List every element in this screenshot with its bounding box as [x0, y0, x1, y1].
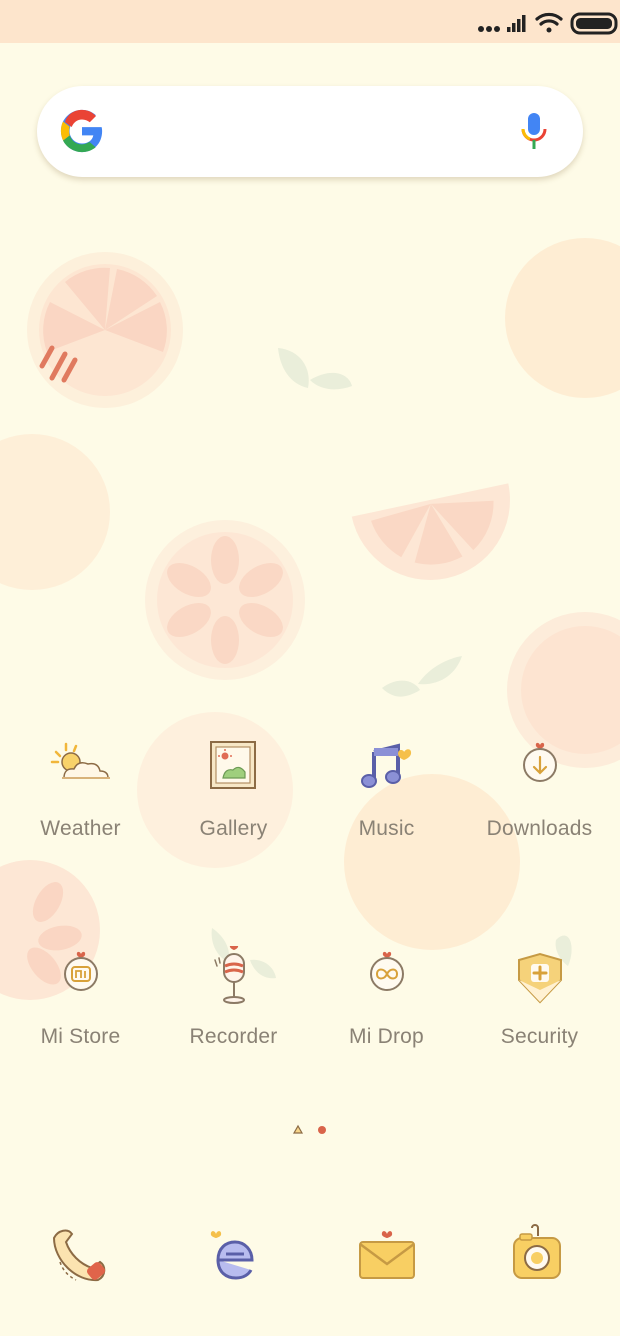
page-dot-1: [292, 1124, 304, 1134]
app-gallery[interactable]: Gallery: [156, 738, 311, 868]
mi-store-icon: [64, 951, 98, 991]
dots-icon: [478, 26, 500, 32]
google-search-bar[interactable]: [37, 86, 583, 177]
app-mi-drop[interactable]: Mi Drop: [309, 946, 464, 1076]
app-label: Weather: [40, 817, 121, 840]
dock-messages[interactable]: [352, 1222, 422, 1292]
security-icon: [518, 952, 562, 1004]
mic-icon[interactable]: [519, 111, 549, 153]
app-weather[interactable]: Weather: [3, 738, 158, 868]
status-bar: [0, 0, 620, 43]
wifi-icon: [535, 12, 563, 33]
gallery-icon: [210, 741, 256, 789]
downloads-icon: [523, 742, 557, 782]
app-mi-store[interactable]: Mi Store: [3, 946, 158, 1076]
google-logo: [60, 109, 103, 153]
app-label: Gallery: [199, 817, 268, 840]
phone-icon: [52, 1229, 106, 1282]
battery-icon: [570, 12, 618, 35]
music-icon: [361, 743, 412, 788]
page-indicator[interactable]: [290, 1122, 330, 1138]
dock-phone[interactable]: [44, 1222, 114, 1292]
browser-icon: [210, 1231, 254, 1280]
messages-icon: [359, 1231, 415, 1279]
app-label: Mi Store: [40, 1025, 121, 1048]
app-label: Downloads: [486, 817, 593, 840]
mi-drop-icon: [370, 951, 404, 991]
status-icons: [478, 12, 618, 35]
app-label: Mi Drop: [349, 1025, 424, 1048]
app-downloads[interactable]: Downloads: [462, 738, 617, 868]
camera-icon: [513, 1224, 561, 1279]
app-label: Music: [358, 817, 415, 840]
dock-camera[interactable]: [502, 1222, 572, 1292]
app-label: Security: [500, 1025, 579, 1048]
recorder-icon: [214, 946, 245, 1004]
signal-icon: [507, 15, 526, 32]
weather-icon: [50, 742, 110, 779]
dock-browser[interactable]: [198, 1222, 268, 1292]
app-security[interactable]: Security: [462, 946, 617, 1076]
app-music[interactable]: Music: [309, 738, 464, 868]
app-label: Recorder: [189, 1025, 278, 1048]
weather-widget-icon[interactable]: [38, 340, 86, 388]
app-recorder[interactable]: Recorder: [156, 946, 311, 1076]
page-dot-2: [318, 1126, 326, 1134]
